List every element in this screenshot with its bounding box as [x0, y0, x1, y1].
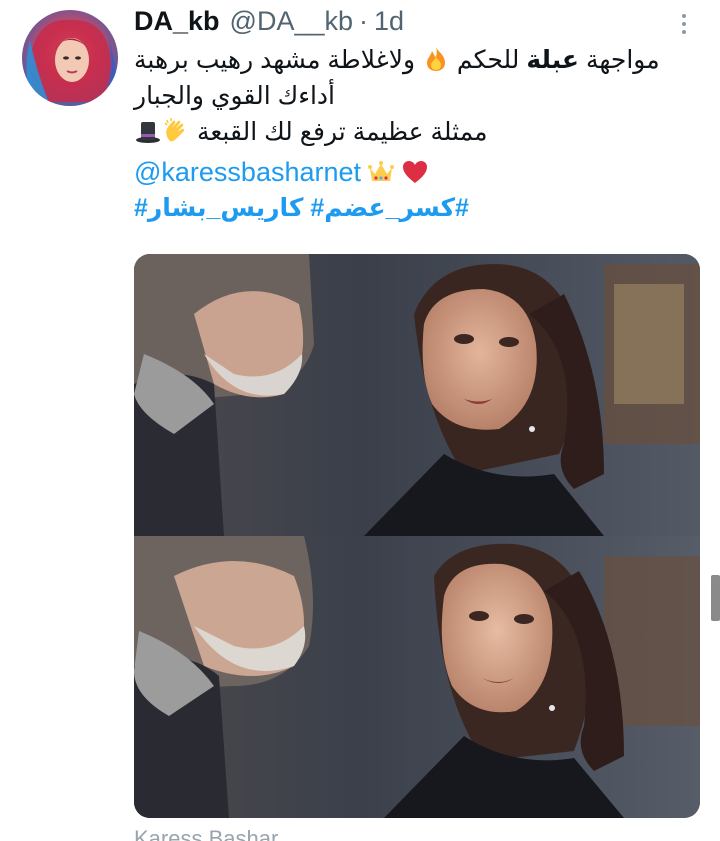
mention-line: @karessbasharnet [134, 154, 700, 190]
text-segment: ولاغلاطة مشهد رهيب برهبة [134, 46, 422, 74]
media-frame-bottom [134, 536, 700, 818]
author-display-name[interactable]: DA_kb [134, 6, 220, 37]
crown-emoji-icon [368, 161, 395, 181]
more-icon [682, 14, 686, 34]
header-separator: · [359, 6, 368, 36]
tweet-text-line-2: أداءك القوي والجبار [134, 82, 335, 110]
tweet[interactable]: DA_kb @DA__kb · 1d مواجهة عبلة للحكم ولا… [0, 0, 720, 841]
avatar-image [22, 10, 118, 106]
tweet-text-line-1: مواجهة عبلة للحكم ولاغلاطة مشهد رهيب بره… [134, 42, 700, 78]
fire-emoji-icon [426, 47, 445, 71]
bold-name: عبلة [526, 46, 580, 74]
scene-image-bottom [134, 536, 700, 818]
media-frame-top [134, 254, 700, 536]
tweet-body: مواجهة عبلة للحكم ولاغلاطة مشهد رهيب بره… [134, 42, 700, 226]
scrollbar-thumb[interactable] [711, 575, 720, 621]
hashtags[interactable]: #كسر_عضم# كاريس_بشار# [134, 190, 700, 226]
next-tweet-peek: Karess Bashar [134, 826, 279, 841]
tweet-timestamp[interactable]: 1d [374, 6, 404, 37]
author-avatar[interactable] [22, 10, 118, 106]
text-segment: للحكم [449, 46, 527, 74]
mention-link[interactable]: @karessbasharnet [134, 154, 361, 190]
red-heart-emoji-icon [403, 161, 428, 183]
tweet-text-line-3: ممثلة عظيمة ترفع لك القبعة [134, 114, 700, 150]
author-handle[interactable]: @DA__kb [230, 6, 353, 37]
text-segment: ممثلة عظيمة ترفع لك القبعة [190, 118, 488, 146]
tweet-media[interactable] [134, 254, 700, 818]
scene-image-top [134, 254, 700, 536]
top-hat-emoji-icon [136, 122, 160, 143]
clapping-hands-emoji-icon [164, 118, 185, 142]
text-segment: مواجهة [579, 46, 660, 74]
tweet-header: DA_kb @DA__kb · 1d [134, 6, 404, 40]
more-options-button[interactable] [672, 12, 696, 36]
